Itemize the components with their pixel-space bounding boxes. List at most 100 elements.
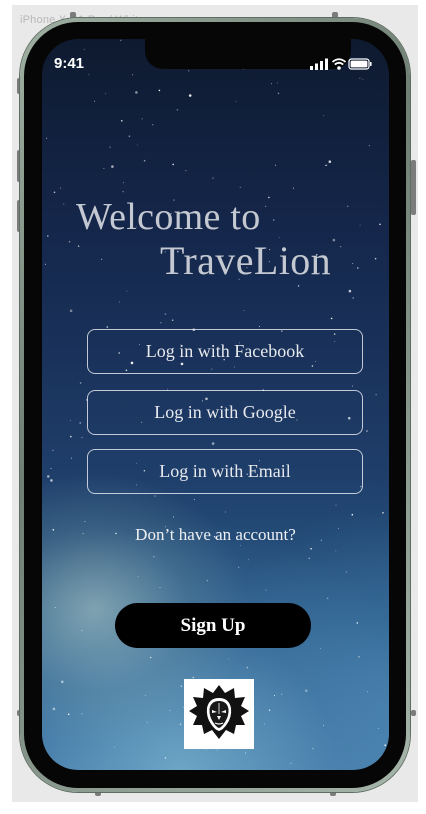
star — [323, 724, 324, 726]
star — [335, 504, 337, 506]
star — [179, 723, 182, 725]
star — [332, 238, 336, 242]
wifi-icon — [331, 58, 347, 70]
star — [122, 191, 124, 193]
star — [77, 245, 80, 247]
star — [180, 685, 183, 687]
star — [265, 589, 267, 591]
star — [297, 285, 300, 287]
star — [164, 757, 167, 759]
star — [70, 435, 72, 438]
google-login-button[interactable]: Log in with Google — [87, 390, 363, 435]
star — [238, 566, 240, 568]
brand-title: TraveLion — [160, 238, 332, 283]
signal-icon — [310, 58, 328, 70]
star — [109, 146, 111, 148]
facebook-login-button[interactable]: Log in with Facebook — [87, 329, 363, 374]
star — [149, 656, 152, 659]
welcome-title: Welcome to — [76, 196, 261, 238]
star — [377, 728, 379, 729]
star — [384, 744, 387, 746]
star — [141, 118, 143, 120]
star — [211, 442, 215, 445]
star — [335, 550, 337, 552]
star — [128, 135, 131, 137]
star — [44, 263, 46, 265]
star — [159, 587, 161, 588]
star — [68, 240, 71, 243]
star — [69, 419, 71, 421]
star — [212, 177, 214, 179]
star — [346, 205, 349, 208]
star — [106, 326, 109, 328]
star — [356, 622, 359, 624]
status-icons — [310, 58, 372, 70]
star — [368, 145, 370, 147]
star — [81, 436, 83, 438]
star — [290, 762, 292, 764]
star — [206, 580, 208, 582]
star — [351, 513, 354, 516]
star — [53, 191, 56, 194]
star — [152, 124, 154, 126]
star — [50, 467, 52, 469]
star — [340, 246, 342, 248]
star — [143, 159, 146, 162]
star — [136, 144, 138, 146]
star — [119, 39, 122, 42]
star — [348, 289, 352, 293]
star — [228, 658, 230, 660]
star — [119, 301, 120, 303]
star — [308, 557, 311, 560]
star — [277, 82, 279, 84]
star — [274, 695, 275, 696]
star — [277, 92, 280, 95]
star — [312, 748, 314, 750]
sign-up-button[interactable]: Sign Up — [115, 603, 311, 648]
star — [352, 297, 355, 299]
star — [137, 576, 139, 578]
star — [135, 91, 138, 94]
star — [172, 163, 174, 166]
status-time: 9:41 — [54, 55, 85, 72]
logo — [184, 679, 254, 749]
star — [47, 475, 50, 478]
star — [271, 83, 272, 85]
star — [67, 713, 70, 716]
star — [46, 137, 48, 139]
star — [239, 186, 241, 188]
star — [310, 547, 312, 550]
star — [153, 556, 155, 558]
star — [69, 309, 73, 313]
battery-icon — [348, 58, 372, 70]
star — [81, 630, 83, 632]
star — [246, 666, 249, 669]
star — [366, 430, 368, 432]
frame-handle — [411, 710, 416, 716]
star — [248, 559, 250, 561]
star — [359, 224, 361, 226]
star — [145, 694, 147, 696]
star — [171, 319, 174, 322]
star — [164, 313, 167, 315]
star — [50, 479, 53, 482]
no-account-prompt: Don’t have an account? — [135, 525, 296, 544]
star — [79, 422, 81, 424]
star — [272, 219, 275, 221]
star — [83, 48, 85, 50]
star — [122, 182, 124, 184]
star — [326, 597, 329, 600]
star — [258, 325, 260, 327]
star — [160, 322, 162, 324]
star — [70, 457, 72, 459]
star — [243, 310, 245, 311]
email-login-button[interactable]: Log in with Email — [87, 449, 363, 494]
star — [268, 196, 270, 199]
star — [63, 203, 65, 205]
star — [263, 723, 265, 725]
star — [79, 382, 82, 384]
star — [358, 656, 360, 658]
star — [88, 74, 90, 76]
star — [366, 691, 368, 693]
star — [357, 267, 359, 269]
